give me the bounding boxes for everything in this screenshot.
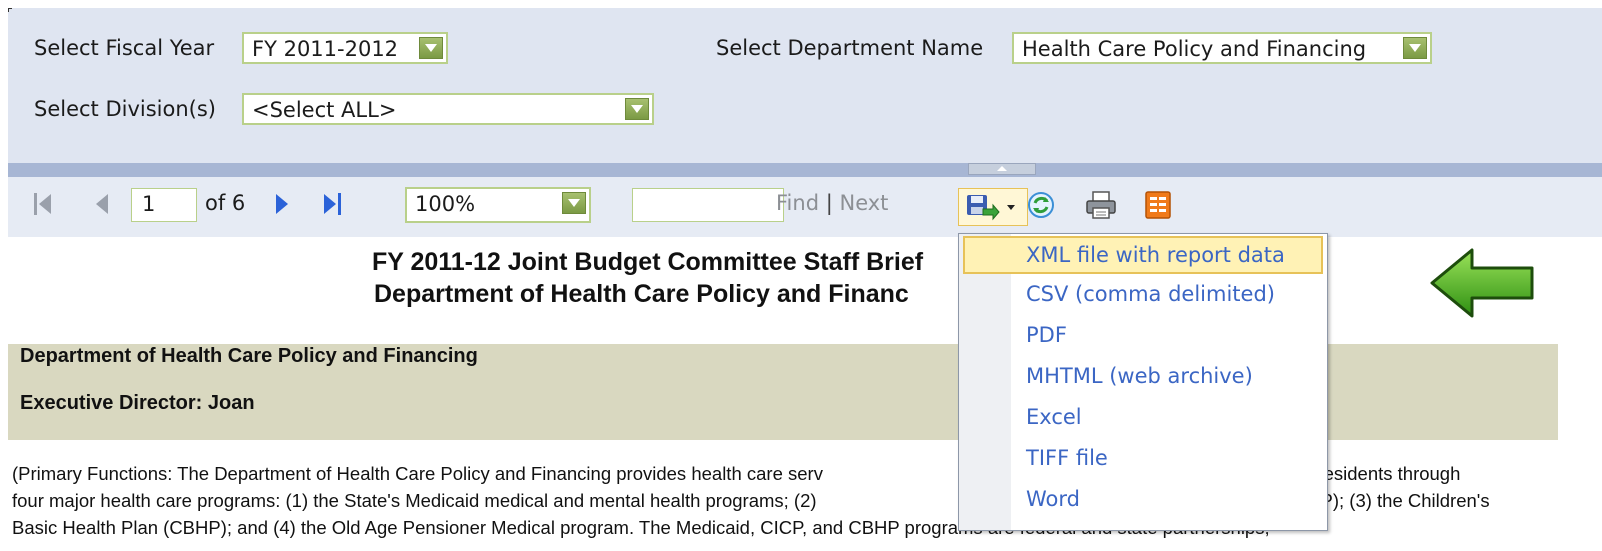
division-label: Select Division(s) [34,97,216,121]
find-link[interactable]: Find [776,191,819,215]
zoom-value: 100% [415,192,476,216]
menu-item-excel[interactable]: Excel [963,399,1323,437]
first-page-button[interactable] [30,190,54,218]
menu-item-mhtml[interactable]: MHTML (web archive) [963,358,1323,396]
next-link[interactable]: Next [839,191,888,215]
menu-item-xml[interactable]: XML file with report data [963,236,1323,274]
department-name-text: Department of Health Care Policy and Fin… [20,345,478,367]
last-page-icon [323,193,341,215]
splitter-bar[interactable] [8,163,1602,177]
report-title-line2: Department of Health Care Policy and Fin… [374,280,909,308]
report-title-line1: FY 2011-12 Joint Budget Committee Staff … [372,248,924,276]
data-feed-icon[interactable] [1144,190,1172,220]
primary-functions-line2-right: ICP); (3) the Children's [1302,490,1490,511]
department-label: Select Department Name [716,36,984,60]
refresh-icon[interactable] [1026,190,1056,220]
department-select[interactable]: Health Care Policy and Financing [1012,32,1432,64]
page-number-input[interactable]: 1 [131,188,197,222]
previous-page-icon [96,194,108,214]
find-input[interactable] [632,188,784,222]
fiscal-year-value: FY 2011-2012 [252,37,399,61]
green-arrow-icon [1430,248,1534,318]
chevron-down-icon[interactable] [562,192,586,214]
export-save-icon [967,195,1015,221]
page-current-value: 1 [142,192,156,216]
last-page-button[interactable] [320,190,344,218]
panel-corner-mark [8,8,12,12]
chevron-down-icon[interactable] [625,98,649,120]
primary-functions-line2-left: four major health care programs: (1) the… [12,490,817,511]
export-button[interactable] [958,188,1028,226]
department-value: Health Care Policy and Financing [1022,37,1367,61]
export-format-menu: XML file with report data CSV (comma del… [958,233,1328,531]
executive-director-text: Executive Director: Joan [20,392,255,414]
next-page-icon [276,194,288,214]
chevron-down-icon[interactable] [1403,37,1427,59]
zoom-select[interactable]: 100% [405,187,591,223]
next-page-button[interactable] [270,190,294,218]
menu-item-word[interactable]: Word [963,481,1323,519]
menu-item-pdf[interactable]: PDF [963,317,1323,355]
menu-item-tiff[interactable]: TIFF file [963,440,1323,478]
page-count-label: of 6 [205,191,246,215]
division-select[interactable]: <Select ALL> [242,93,654,125]
first-page-icon [33,193,51,215]
menu-item-csv[interactable]: CSV (comma delimited) [963,276,1323,314]
fiscal-year-label: Select Fiscal Year [34,36,215,60]
fiscal-year-select[interactable]: FY 2011-2012 [242,32,448,64]
find-separator: | [825,191,833,215]
division-value: <Select ALL> [252,98,397,122]
previous-page-button[interactable] [90,190,114,218]
chevron-down-icon[interactable] [419,37,443,59]
print-icon[interactable] [1084,189,1118,221]
primary-functions-line1-left: (Primary Functions: The Department of He… [12,463,823,484]
collapse-parameters-handle[interactable] [968,163,1036,175]
